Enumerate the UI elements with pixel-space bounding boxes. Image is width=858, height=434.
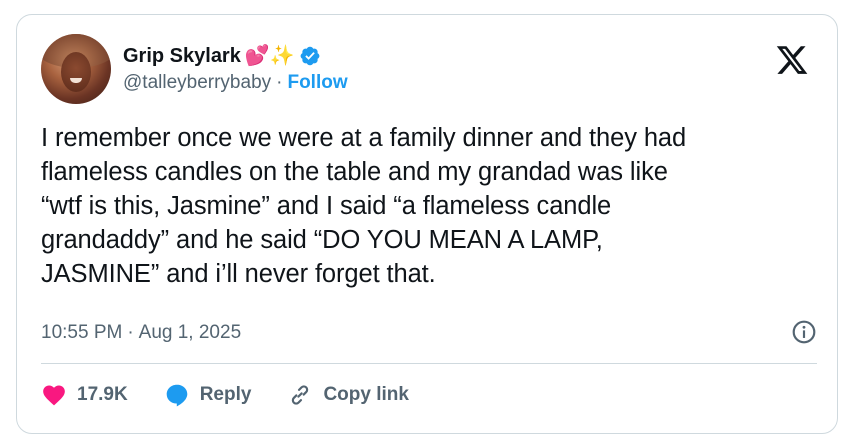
follow-button[interactable]: Follow <box>287 72 347 94</box>
heart-icon <box>43 385 65 406</box>
hearts-emoji: 💕 <box>244 45 270 67</box>
copy-link-label: Copy link <box>323 384 409 405</box>
info-icon[interactable] <box>791 319 817 345</box>
reply-button[interactable]: Reply <box>164 382 252 408</box>
author-handle[interactable]: @talleyberrybaby <box>123 72 271 94</box>
reply-bubble-icon <box>166 384 187 407</box>
tweet-card: Grip Skylark 💕 ✨ @talleyberrybaby · Foll… <box>16 14 838 434</box>
avatar[interactable] <box>41 34 111 104</box>
divider <box>41 363 817 364</box>
verified-badge-icon <box>300 46 320 66</box>
avatar-face <box>61 52 91 92</box>
sparkles-emoji: ✨ <box>269 45 295 67</box>
display-name[interactable]: Grip Skylark <box>123 45 241 68</box>
handle-separator: · <box>276 72 283 93</box>
tweet-time[interactable]: 10:55 PM <box>41 322 122 344</box>
like-count: 17.9K <box>77 384 128 405</box>
author-info: Grip Skylark 💕 ✨ @talleyberrybaby · Foll… <box>123 42 348 96</box>
action-bar: 17.9K Reply Copy link <box>41 375 445 415</box>
time-separator: · <box>127 322 134 343</box>
like-button[interactable]: 17.9K <box>41 382 128 408</box>
tweet-date[interactable]: Aug 1, 2025 <box>139 322 241 344</box>
name-row: Grip Skylark 💕 ✨ <box>123 42 348 70</box>
tweet-meta: 10:55 PM · Aug 1, 2025 <box>41 317 817 349</box>
link-icon <box>292 385 309 405</box>
handle-row: @talleyberrybaby · Follow <box>123 70 348 96</box>
tweet-header: Grip Skylark 💕 ✨ @talleyberrybaby · Foll… <box>41 33 348 105</box>
copy-link-button[interactable]: Copy link <box>287 382 409 408</box>
x-logo-icon[interactable] <box>775 43 809 77</box>
reply-label: Reply <box>199 384 252 405</box>
tweet-text: I remember once we were at a family dinn… <box>41 124 687 288</box>
